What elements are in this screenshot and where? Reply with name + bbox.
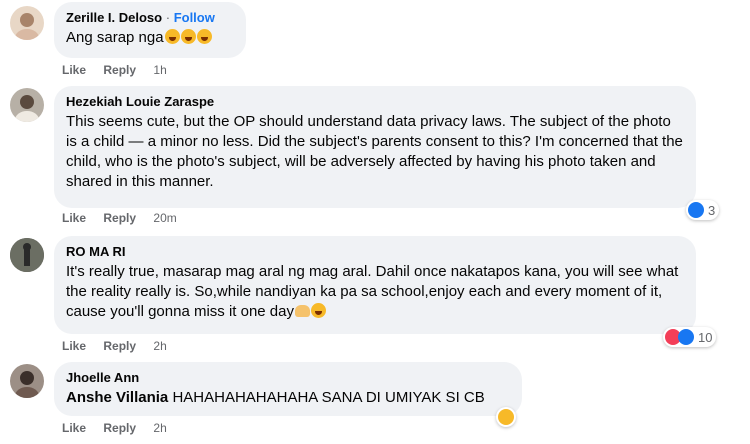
reactions-summary[interactable]: 10: [663, 327, 717, 347]
like-button[interactable]: Like: [62, 63, 86, 77]
comment-text-row: It's really true, masarap mag aral ng ma…: [66, 262, 684, 322]
comment-text-row: Ang sarap nga: [66, 28, 234, 48]
follow-button[interactable]: Follow: [174, 10, 215, 25]
smiling-face-emoji-icon: [311, 303, 326, 318]
comment-author[interactable]: Zerille I. Deloso: [66, 10, 162, 25]
timestamp[interactable]: 1h: [153, 63, 166, 77]
comment-author[interactable]: RO MA RI: [66, 243, 684, 260]
comment-actions: Like Reply 2h: [62, 339, 181, 353]
rolling-laughing-emoji-icon: [196, 29, 212, 44]
avatar[interactable]: [10, 6, 44, 40]
comment-text: It's really true, masarap mag aral ng ma…: [66, 263, 679, 320]
mention-link[interactable]: Anshe Villania: [66, 389, 168, 406]
reply-button[interactable]: Reply: [103, 211, 136, 225]
comment-bubble: Jhoelle Ann Anshe Villania HAHAHAHAHAHAH…: [54, 362, 522, 416]
haha-icon: [498, 409, 514, 425]
reply-button[interactable]: Reply: [103, 63, 136, 77]
rolling-laughing-emoji-icon: [180, 29, 196, 44]
avatar[interactable]: [10, 364, 44, 398]
comment-bubble: Hezekiah Louie Zaraspe This seems cute, …: [54, 86, 696, 208]
comment-author[interactable]: Jhoelle Ann: [66, 369, 510, 386]
like-button[interactable]: Like: [62, 211, 86, 225]
heart-hands-emoji-icon: [295, 305, 310, 317]
reply-button[interactable]: Reply: [103, 339, 136, 353]
comment-actions: Like Reply 2h: [62, 421, 181, 435]
like-button[interactable]: Like: [62, 421, 86, 435]
avatar[interactable]: [10, 88, 44, 122]
comment-actions: Like Reply 20m: [62, 211, 191, 225]
reply-button[interactable]: Reply: [103, 421, 136, 435]
like-icon: [678, 329, 694, 345]
comment-bubble: RO MA RI It's really true, masarap mag a…: [54, 236, 696, 334]
timestamp[interactable]: 20m: [153, 211, 176, 225]
comment-text: This seems cute, but the OP should under…: [66, 113, 683, 190]
comment-text-row: Anshe Villania HAHAHAHAHAHAHA SANA DI UM…: [66, 388, 510, 408]
reactions-summary[interactable]: 3: [686, 200, 720, 220]
comment-bubble: Zerille I. Deloso · Follow Ang sarap nga: [54, 2, 246, 58]
like-icon: [688, 202, 704, 218]
separator: ·: [165, 10, 171, 25]
reaction-count: 3: [708, 202, 716, 218]
comment-author[interactable]: Hezekiah Louie Zaraspe: [66, 93, 684, 110]
like-button[interactable]: Like: [62, 339, 86, 353]
rolling-laughing-emoji-icon: [164, 29, 180, 44]
reactions-summary[interactable]: [496, 407, 516, 427]
comment-text: Ang sarap nga: [66, 29, 164, 46]
timestamp[interactable]: 2h: [153, 339, 166, 353]
timestamp[interactable]: 2h: [153, 421, 166, 435]
avatar[interactable]: [10, 238, 44, 272]
reaction-count: 10: [698, 329, 713, 345]
comment-actions: Like Reply 1h: [62, 63, 181, 77]
comment-text: HAHAHAHAHAHAHA SANA DI UMIYAK SI CB: [172, 389, 485, 406]
